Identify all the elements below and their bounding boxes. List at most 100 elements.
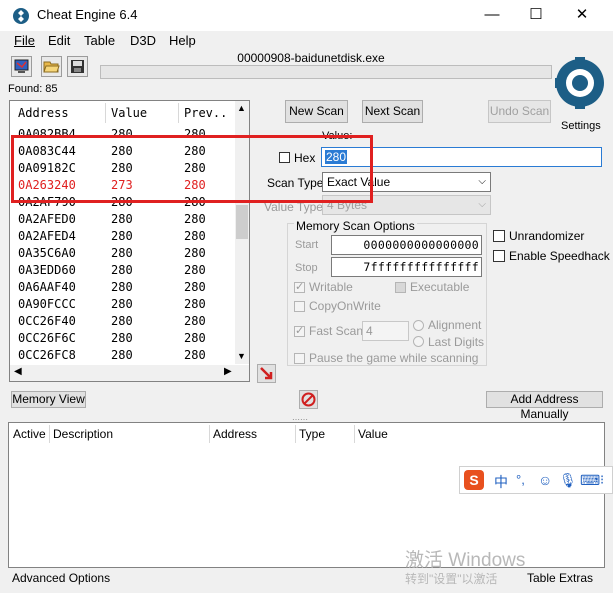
table-row[interactable]: 0CC26F6C 280 280	[10, 330, 236, 347]
folder-open-icon	[43, 61, 60, 73]
add-to-list-button[interactable]	[257, 364, 276, 383]
menu-edit[interactable]: Edit	[48, 33, 70, 48]
sogou-logo-icon: S	[464, 470, 484, 490]
row-value: 280	[111, 246, 133, 260]
column-value[interactable]: Value	[111, 106, 147, 120]
found-count: Found: 85	[8, 83, 58, 95]
settings-label[interactable]: Settings	[561, 120, 601, 132]
writable-checkbox[interactable]	[294, 280, 305, 293]
last-digits-label: Last Digits	[428, 335, 485, 349]
row-address: 0A90FCCC	[18, 297, 76, 311]
save-button[interactable]	[67, 56, 88, 77]
advanced-options-button[interactable]: Advanced Options	[12, 571, 110, 585]
alignment-radio[interactable]	[413, 320, 424, 331]
row-previous: 280	[184, 314, 206, 328]
row-address: 0A35C6A0	[18, 246, 76, 260]
column-address[interactable]: Address	[213, 427, 257, 441]
microphone-icon[interactable]: 🎙	[559, 472, 577, 489]
red-arrow-icon	[260, 367, 273, 380]
table-row[interactable]: 0A2AFED0 280 280	[10, 211, 236, 228]
row-value: 280	[111, 297, 133, 311]
row-previous: 280	[184, 263, 206, 277]
fast-scan-label: Fast Scan	[309, 324, 364, 338]
highlight-annotation-box	[11, 135, 373, 203]
undo-scan-button[interactable]: Undo Scan	[488, 100, 551, 123]
maximize-button[interactable]: ☐	[527, 6, 545, 24]
activation-watermark-sub: 转到"设置"以激活	[405, 572, 498, 586]
minimize-button[interactable]: —	[483, 6, 501, 24]
menu-table[interactable]: Table	[84, 33, 115, 48]
menu-d3d[interactable]: D3D	[130, 33, 156, 48]
open-process-button[interactable]	[11, 56, 32, 77]
table-row[interactable]: 0CC26FC8 280 280	[10, 347, 236, 364]
column-value[interactable]: Value	[358, 427, 388, 441]
column-previous[interactable]: Prev..	[184, 106, 227, 120]
ime-language-toggle[interactable]: 中	[494, 472, 508, 492]
table-row[interactable]: 0A35C6A0 280 280	[10, 245, 236, 262]
open-file-button[interactable]	[41, 56, 62, 77]
last-digits-radio[interactable]	[413, 336, 424, 347]
row-value: 280	[111, 331, 133, 345]
memory-view-button[interactable]: Memory View	[11, 391, 86, 408]
alignment-label: Alignment	[428, 318, 482, 332]
cheat-engine-settings-logo[interactable]	[553, 53, 607, 119]
unrandomizer-checkbox[interactable]	[493, 230, 505, 242]
speedhack-checkbox[interactable]	[493, 250, 505, 262]
row-address: 0CC26F6C	[18, 331, 76, 345]
scroll-up-icon[interactable]: ▲	[237, 103, 246, 113]
table-row[interactable]: 0CC26F40 280 280	[10, 313, 236, 330]
column-description[interactable]: Description	[53, 427, 113, 441]
computer-icon	[14, 59, 29, 73]
row-previous: 280	[184, 229, 206, 243]
ime-punctuation-toggle[interactable]: °,	[516, 472, 525, 487]
menu-file[interactable]: File	[14, 33, 35, 48]
table-row[interactable]: 0A90FCCC 280 280	[10, 296, 236, 313]
stop-label: Stop	[295, 262, 318, 274]
chevron-down-icon: ⌵	[478, 176, 486, 187]
table-extras-button[interactable]: Table Extras	[527, 571, 593, 585]
stop-button[interactable]	[299, 390, 318, 409]
menu-help[interactable]: Help	[169, 33, 196, 48]
column-type[interactable]: Type	[299, 427, 325, 441]
scroll-thumb[interactable]	[236, 205, 248, 239]
keyboard-icon[interactable]: ⌨	[580, 472, 600, 489]
copy-on-write-label: CopyOnWrite	[309, 299, 381, 313]
executable-checkbox[interactable]	[395, 282, 406, 293]
fast-scan-input[interactable]: 4	[362, 321, 409, 341]
scroll-left-icon[interactable]: ◀	[14, 366, 22, 377]
activation-watermark: 激活 Windows	[405, 550, 526, 571]
row-address: 0A2AFED0	[18, 212, 76, 226]
row-address: 0A6AAF40	[18, 280, 76, 294]
results-header: Address Value Prev..	[10, 101, 236, 125]
row-value: 280	[111, 348, 133, 362]
table-row[interactable]: 0A2AFED4 280 280	[10, 228, 236, 245]
copy-on-write-checkbox[interactable]	[294, 301, 305, 312]
row-previous: 280	[184, 331, 206, 345]
ime-menu-icon[interactable]: ⁝	[600, 472, 604, 488]
ime-toolbar[interactable]: S 中 °, ☺ 🎙 ⌨ ⁝	[459, 466, 613, 494]
next-scan-button[interactable]: Next Scan	[362, 100, 423, 123]
scroll-right-icon[interactable]: ▶	[224, 366, 232, 377]
add-address-manually-button[interactable]: Add Address Manually	[486, 391, 603, 421]
table-row[interactable]: 0A3EDD60 280 280	[10, 262, 236, 279]
cheat-engine-logo-icon	[13, 8, 29, 24]
floppy-disk-icon	[71, 60, 84, 73]
scroll-down-icon[interactable]: ▼	[237, 351, 246, 361]
emoji-icon[interactable]: ☺	[538, 472, 552, 488]
stop-address-input[interactable]: 7fffffffffffffff	[331, 257, 482, 277]
start-address-input[interactable]: 0000000000000000	[331, 235, 482, 255]
row-value: 280	[111, 263, 133, 277]
process-title: 00000908-baidunetdisk.exe	[237, 51, 385, 65]
column-active[interactable]: Active	[13, 427, 46, 441]
row-previous: 280	[184, 297, 206, 311]
new-scan-button[interactable]: New Scan	[285, 100, 348, 123]
writable-label: Writable	[309, 280, 353, 294]
window-title: Cheat Engine 6.4	[37, 7, 138, 22]
fast-scan-checkbox[interactable]	[294, 324, 305, 337]
table-row[interactable]: 0A6AAF40 280 280	[10, 279, 236, 296]
row-previous: 280	[184, 212, 206, 226]
close-button[interactable]: ✕	[573, 6, 591, 24]
pause-game-checkbox[interactable]	[294, 353, 305, 364]
results-horizontal-scrollbar[interactable]: ◀ ▶	[10, 365, 249, 381]
column-address[interactable]: Address	[18, 106, 69, 120]
